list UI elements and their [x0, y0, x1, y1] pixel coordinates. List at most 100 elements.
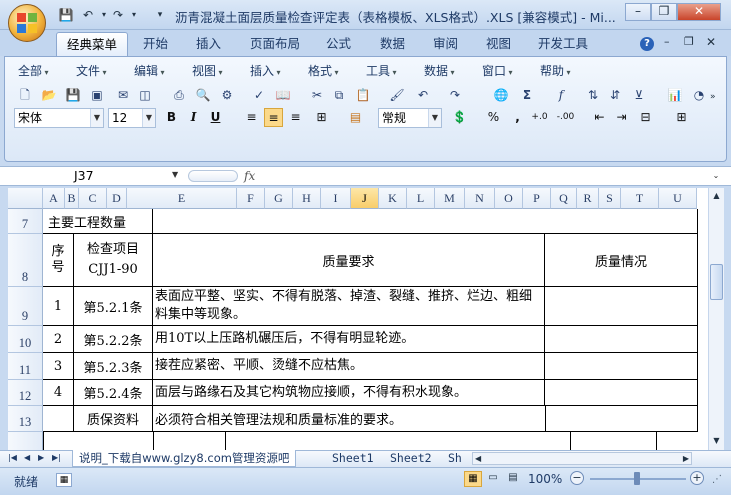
item-seq-cell[interactable]: 4	[43, 380, 74, 406]
increase-indent-icon[interactable]: ⇥	[612, 108, 631, 127]
menu-window[interactable]: 窗口	[482, 62, 513, 79]
help-icon[interactable]: ?	[640, 37, 654, 51]
column-header-f[interactable]: F	[237, 188, 265, 209]
tab-formulas[interactable]: 公式	[316, 32, 361, 56]
column-header-o[interactable]: O	[495, 188, 523, 209]
copy-icon[interactable]: ⧉	[330, 86, 348, 104]
quality-docs-status-cell[interactable]	[545, 406, 698, 432]
row-header-11[interactable]: 11	[8, 353, 43, 380]
section-value-cell[interactable]	[153, 209, 698, 234]
header-status-cell[interactable]: 质量情况	[545, 234, 698, 287]
menu-format[interactable]: 格式	[308, 62, 339, 79]
header-item-cell[interactable]: 检查项目 CJJ1-90	[74, 234, 153, 287]
zoom-slider-thumb[interactable]	[634, 472, 640, 485]
percent-button[interactable]: %	[484, 108, 503, 127]
number-format-combo[interactable]: 常规 ▼	[378, 108, 442, 128]
ribbon-restore-icon[interactable]: ❐	[684, 35, 694, 48]
next-sheet-icon[interactable]: ▶	[38, 450, 44, 467]
redo-icon[interactable]: ↷	[110, 7, 126, 23]
menu-help[interactable]: 帮助	[540, 62, 571, 79]
tab-developer[interactable]: 开发工具	[528, 32, 598, 56]
customize-qat-icon[interactable]: ▾	[152, 7, 168, 23]
item-requirement-cell[interactable]: 接茬应紧密、平顺、烫缝不应枯焦。	[153, 353, 545, 380]
name-box[interactable]: J37	[8, 167, 186, 185]
print-preview-icon[interactable]: 🔍	[194, 86, 212, 104]
quality-docs-requirement-cell[interactable]: 必须符合相关管理法规和质量标准的要求。	[153, 406, 545, 432]
column-header-s[interactable]: S	[599, 188, 621, 209]
sheet-tab-sheet3[interactable]: Sh	[442, 450, 468, 467]
bold-button[interactable]: B	[162, 108, 181, 127]
email-icon[interactable]: ✉	[114, 86, 132, 104]
row-header-9[interactable]: 9	[8, 287, 43, 326]
column-header-t[interactable]: T	[621, 188, 659, 209]
zoom-out-icon[interactable]: −	[570, 471, 584, 485]
menu-insert[interactable]: 插入	[250, 62, 281, 79]
chevron-down-icon[interactable]: ▼	[428, 109, 441, 127]
open-folder-icon[interactable]: 📂	[40, 86, 58, 104]
page-break-view-icon[interactable]: ▤	[504, 471, 522, 487]
insert-function-icon[interactable]: f	[552, 86, 570, 104]
column-header-d[interactable]: D	[107, 188, 127, 209]
worksheet-grid[interactable]: ABCDEFGHIJKLMNOPQRSTU 7 8 9 10 11 12 13 主要工程数量…	[8, 188, 708, 450]
zoom-level[interactable]: 100%	[528, 472, 562, 486]
menu-tools[interactable]: 工具	[366, 62, 397, 79]
decrease-indent-icon[interactable]: ⇤	[590, 108, 609, 127]
research-icon[interactable]: ◫	[136, 86, 154, 104]
chevron-down-icon[interactable]: ▼	[142, 109, 155, 127]
currency-icon[interactable]: 💲	[450, 108, 469, 127]
redo-icon[interactable]: ↷	[446, 86, 464, 104]
column-header-u[interactable]: U	[659, 188, 697, 209]
drawing-icon[interactable]: ◔	[690, 86, 708, 104]
research-pane-icon[interactable]: 📖	[274, 86, 292, 104]
wrap-text-icon[interactable]: ▤	[346, 108, 365, 127]
scroll-down-icon[interactable]: ▼	[710, 434, 723, 448]
sort-descending-icon[interactable]: ⇵	[606, 86, 624, 104]
scroll-right-icon[interactable]: ▶	[683, 453, 689, 465]
increase-decimal-icon[interactable]: +.0	[530, 108, 549, 127]
tab-data[interactable]: 数据	[370, 32, 415, 56]
cut-icon[interactable]: ✂	[308, 86, 326, 104]
menu-data[interactable]: 数据	[424, 62, 455, 79]
ribbon-close-icon[interactable]: ✕	[706, 35, 716, 49]
item-status-cell[interactable]	[545, 353, 698, 380]
office-button[interactable]	[8, 4, 46, 42]
item-requirement-cell[interactable]: 用10T以上压路机碾压后，不得有明显轮迹。	[153, 326, 545, 353]
column-header-i[interactable]: I	[321, 188, 351, 209]
item-requirement-cell[interactable]: 面层与路缘石及其它构筑物应接顺，不得有积水现象。	[153, 380, 545, 406]
tab-view[interactable]: 视图	[476, 32, 521, 56]
merge-center-icon[interactable]: ⊞	[312, 108, 331, 127]
formula-input[interactable]	[266, 168, 706, 184]
menu-view[interactable]: 视图	[192, 62, 223, 79]
row-header-8[interactable]: 8	[8, 234, 43, 287]
row-header-10[interactable]: 10	[8, 326, 43, 353]
column-header-c[interactable]: C	[79, 188, 107, 209]
new-document-icon[interactable]: 🗋	[16, 86, 34, 104]
tab-review[interactable]: 审阅	[423, 32, 468, 56]
redo-dropdown-icon[interactable]: ▾	[126, 7, 142, 23]
close-button[interactable]: ✕	[677, 3, 721, 21]
quality-docs-label-cell[interactable]: 质保资料	[74, 406, 153, 432]
font-size-combo[interactable]: 12 ▼	[108, 108, 156, 128]
column-header-g[interactable]: G	[265, 188, 293, 209]
column-header-n[interactable]: N	[465, 188, 495, 209]
minimize-button[interactable]: –	[625, 3, 651, 21]
item-status-cell[interactable]	[545, 380, 698, 406]
toolbar-overflow-icon[interactable]: »	[710, 92, 716, 102]
borders-icon[interactable]: ⊟	[636, 108, 655, 127]
row-header-12[interactable]: 12	[8, 380, 43, 406]
item-clause-cell[interactable]: 第5.2.1条	[74, 287, 153, 326]
undo-icon[interactable]: ↶	[80, 7, 96, 23]
undo-icon[interactable]: ↶	[414, 86, 432, 104]
insert-function-fx-icon[interactable]: fx	[244, 167, 255, 185]
column-header-k[interactable]: K	[379, 188, 407, 209]
first-sheet-icon[interactable]: |◀	[8, 450, 17, 467]
column-header-e[interactable]: E	[127, 188, 237, 209]
macro-record-icon[interactable]: ▦	[56, 473, 72, 487]
print-icon[interactable]: ⎙	[170, 86, 188, 104]
formula-bar-splitter[interactable]	[188, 170, 238, 182]
font-name-combo[interactable]: 宋体 ▼	[14, 108, 104, 128]
menu-all[interactable]: 全部	[18, 62, 49, 79]
item-seq-cell[interactable]: 1	[43, 287, 74, 326]
page-layout-view-icon[interactable]: ▭	[484, 471, 502, 487]
column-header-q[interactable]: Q	[551, 188, 577, 209]
